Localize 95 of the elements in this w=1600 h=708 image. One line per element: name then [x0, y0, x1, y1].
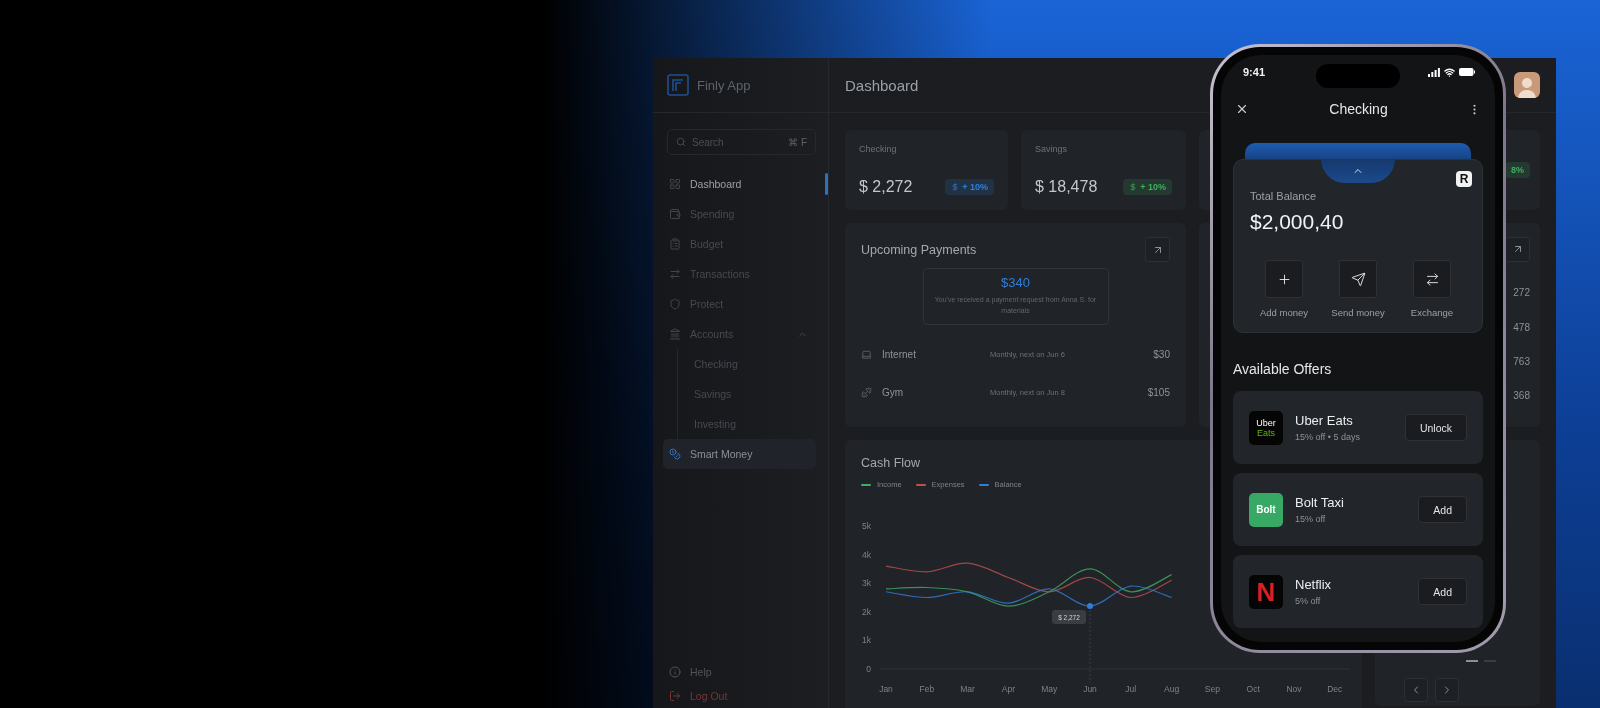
- axis-label: 3k: [862, 578, 871, 589]
- brand-logo: Uber Eats: [1249, 410, 1283, 445]
- battery-icon: [1459, 68, 1475, 76]
- card-handle[interactable]: [1321, 159, 1395, 183]
- card-logo: R: [1456, 171, 1472, 187]
- change-badge: + 10%: [945, 179, 994, 195]
- arrows-icon: [1424, 271, 1440, 287]
- app-name: Finly App: [697, 77, 751, 93]
- search-field[interactable]: Search ⌘ F: [667, 129, 816, 155]
- card-title: Cash Flow: [861, 456, 922, 470]
- payment-name: Gym: [882, 386, 905, 398]
- laptop-icon: [861, 348, 872, 360]
- active-indicator: [825, 173, 828, 195]
- dollar-icon: [951, 183, 960, 191]
- send-icon: [1350, 271, 1366, 287]
- logout-button[interactable]: Log Out: [663, 684, 816, 708]
- expand-button[interactable]: [1145, 237, 1170, 262]
- sidebar-item[interactable]: Smart Money: [663, 439, 816, 469]
- close-icon[interactable]: [1235, 102, 1249, 116]
- axis-label: 4k: [862, 549, 871, 560]
- change-badge: + 10%: [1123, 179, 1172, 195]
- plus-icon: [1276, 271, 1292, 287]
- shortcut-hint: ⌘ F: [788, 136, 807, 148]
- offer-button[interactable]: Unlock: [1404, 414, 1467, 441]
- action-label: Exchange: [1410, 307, 1454, 318]
- axis-label: Jan: [879, 684, 893, 694]
- balance-label: Total Balance: [1250, 190, 1318, 202]
- status-time: 9:41: [1243, 66, 1266, 78]
- brand-logo: N: [1249, 574, 1283, 609]
- dollar-icon: [1129, 183, 1138, 191]
- action-label: Add money: [1259, 307, 1309, 318]
- stat-label: Checking: [859, 144, 898, 154]
- balance-amount: $2,000,40: [1250, 210, 1345, 234]
- wallet-icon: [669, 208, 681, 220]
- search-icon: [676, 137, 686, 147]
- axis-label: Aug: [1164, 684, 1180, 694]
- brand-logo: Bolt: [1249, 492, 1283, 527]
- offer-name: Uber Eats: [1295, 413, 1354, 428]
- help-button[interactable]: Help: [663, 660, 816, 684]
- panel-value: 478: [1513, 320, 1530, 335]
- offer-detail: 15% off: [1295, 514, 1327, 524]
- stat-amount: $ 2,272: [859, 178, 913, 196]
- axis-label: 2k: [862, 606, 871, 617]
- axis-label: 5k: [862, 521, 871, 531]
- logout-icon: [669, 690, 681, 702]
- axis-label: Jun: [1083, 684, 1097, 694]
- axis-label: May: [1041, 684, 1058, 694]
- page-title: Dashboard: [845, 76, 919, 94]
- payment-amount: $105: [1147, 386, 1170, 398]
- panel-value: 272: [1513, 286, 1530, 301]
- card-title: Upcoming Payments: [861, 242, 977, 257]
- axis-label: Apr: [1001, 684, 1015, 694]
- coins-icon: [669, 448, 681, 460]
- action-button[interactable]: [1413, 260, 1451, 298]
- axis-label: 0: [866, 664, 871, 674]
- action-label: Send money: [1331, 307, 1385, 318]
- arrows-icon: [669, 268, 681, 280]
- bank-icon: [669, 328, 681, 340]
- change-badge: 8%: [1505, 162, 1530, 178]
- axis-label: Sep: [1204, 684, 1220, 694]
- panel-value: 763: [1513, 354, 1530, 369]
- shield-icon: [669, 298, 681, 310]
- offer-name: Bolt Taxi: [1295, 495, 1345, 510]
- offer-button[interactable]: Add: [1418, 496, 1467, 523]
- payment-amount: $30: [1153, 348, 1170, 360]
- axis-label: Mar: [960, 684, 975, 694]
- request-amount: $340: [1001, 275, 1030, 290]
- info-icon: [669, 666, 681, 678]
- stat-amount: $ 18,478: [1035, 178, 1098, 196]
- grid-icon: [669, 178, 681, 190]
- logo-icon: [667, 74, 689, 96]
- offer-name: Netflix: [1295, 577, 1333, 592]
- stat-label: Savings: [1035, 144, 1069, 154]
- avatar[interactable]: [1514, 72, 1540, 98]
- sidebar-item[interactable]: Dashboard: [663, 169, 813, 199]
- clipboard-icon: [669, 238, 681, 250]
- axis-label: Oct: [1246, 684, 1260, 694]
- axis-label: 1k: [862, 635, 871, 646]
- axis-label: Nov: [1286, 684, 1302, 694]
- section-title: Available Offers: [1233, 361, 1333, 377]
- dumbbell-icon: [861, 386, 872, 398]
- action-button[interactable]: [1339, 260, 1377, 298]
- offer-detail: 15% off • 5 days: [1295, 432, 1362, 442]
- axis-label: Jul: [1125, 684, 1137, 694]
- screen-title: Checking: [1329, 101, 1388, 117]
- signal-icon: [1428, 67, 1440, 77]
- offer-detail: 5% off: [1295, 596, 1322, 606]
- expand-button[interactable]: [1505, 237, 1530, 262]
- offer-button[interactable]: Add: [1418, 578, 1467, 605]
- wifi-icon: [1444, 66, 1455, 78]
- payment-name: Internet: [882, 348, 917, 360]
- axis-label: Dec: [1327, 684, 1343, 694]
- axis-label: Feb: [919, 684, 935, 694]
- panel-value: 368: [1513, 389, 1530, 404]
- page-indicator: [1466, 660, 1478, 662]
